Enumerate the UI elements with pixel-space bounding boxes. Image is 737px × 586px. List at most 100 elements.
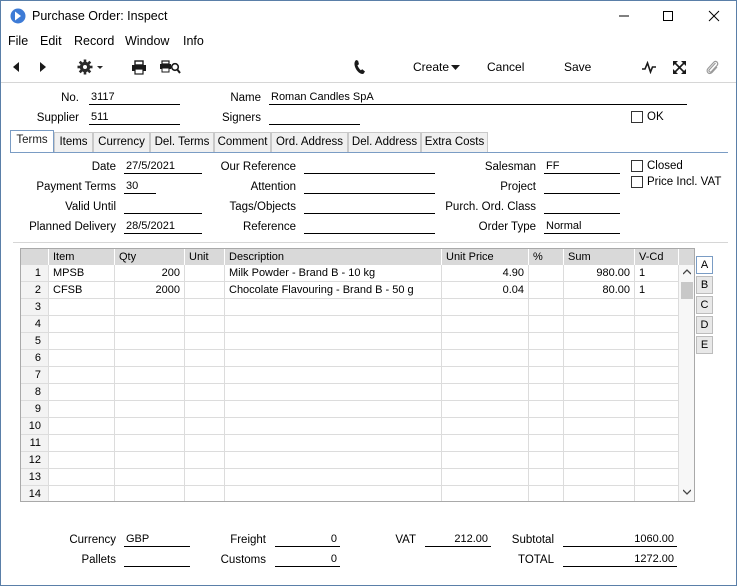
vat-code-cell[interactable] — [635, 401, 679, 418]
unit-price-cell[interactable]: 4.90 — [442, 265, 529, 282]
tab-items[interactable]: Items — [54, 132, 93, 152]
item-cell[interactable] — [49, 350, 115, 367]
closed-checkbox[interactable] — [631, 160, 643, 172]
sum-cell[interactable] — [564, 486, 635, 501]
qty-cell[interactable]: 200 — [115, 265, 185, 282]
tab-terms[interactable]: Terms — [10, 130, 54, 153]
description-cell[interactable] — [225, 299, 442, 316]
sum-cell[interactable] — [564, 452, 635, 469]
item-cell[interactable] — [49, 401, 115, 418]
date-field[interactable]: 27/5/2021 — [124, 160, 202, 174]
side-tab-d[interactable]: D — [696, 316, 713, 334]
qty-cell[interactable] — [115, 401, 185, 418]
unit-cell[interactable] — [185, 316, 225, 333]
unit-cell[interactable] — [185, 333, 225, 350]
qty-cell[interactable] — [115, 384, 185, 401]
unit-price-cell[interactable] — [442, 316, 529, 333]
previous-record-icon[interactable] — [11, 61, 21, 73]
payment-terms-field[interactable]: 30 — [124, 180, 156, 194]
unit-cell[interactable] — [185, 282, 225, 299]
percent-cell[interactable] — [529, 350, 564, 367]
description-cell[interactable] — [225, 367, 442, 384]
purch-ord-class-field[interactable] — [544, 200, 620, 214]
scroll-down-icon[interactable] — [683, 489, 691, 495]
qty-cell[interactable] — [115, 469, 185, 486]
side-tab-a[interactable]: A — [696, 256, 713, 274]
vat-code-cell[interactable] — [635, 486, 679, 501]
signers-field[interactable] — [269, 111, 360, 125]
name-field[interactable]: Roman Candles SpA — [269, 91, 687, 105]
description-cell[interactable] — [225, 486, 442, 501]
item-cell[interactable]: CFSB — [49, 282, 115, 299]
unit-cell[interactable] — [185, 367, 225, 384]
unit-cell[interactable] — [185, 401, 225, 418]
unit-cell[interactable] — [185, 435, 225, 452]
percent-cell[interactable] — [529, 316, 564, 333]
unit-price-cell[interactable]: 0.04 — [442, 282, 529, 299]
percent-cell[interactable] — [529, 384, 564, 401]
qty-cell[interactable] — [115, 367, 185, 384]
unit-price-cell[interactable] — [442, 367, 529, 384]
sum-cell[interactable] — [564, 316, 635, 333]
description-cell[interactable] — [225, 316, 442, 333]
pallets-field[interactable] — [124, 553, 190, 567]
unit-price-cell[interactable] — [442, 384, 529, 401]
sum-cell[interactable] — [564, 469, 635, 486]
attachment-icon[interactable] — [705, 58, 719, 76]
menu-info[interactable]: Info — [183, 34, 204, 48]
next-record-icon[interactable] — [38, 61, 48, 73]
no-field[interactable]: 3117 — [89, 91, 180, 105]
menu-window[interactable]: Window — [125, 34, 169, 48]
vat-code-cell[interactable] — [635, 367, 679, 384]
unit-price-cell[interactable] — [442, 333, 529, 350]
save-button[interactable]: Save — [564, 60, 591, 74]
percent-cell[interactable] — [529, 486, 564, 501]
activity-icon[interactable] — [641, 61, 657, 74]
item-cell[interactable]: MPSB — [49, 265, 115, 282]
side-tab-b[interactable]: B — [696, 276, 713, 294]
unit-price-cell[interactable] — [442, 350, 529, 367]
create-button[interactable]: Create — [413, 60, 449, 74]
unit-price-cell[interactable] — [442, 469, 529, 486]
unit-cell[interactable] — [185, 265, 225, 282]
item-cell[interactable] — [49, 333, 115, 350]
percent-cell[interactable] — [529, 333, 564, 350]
unit-price-cell[interactable] — [442, 418, 529, 435]
item-cell[interactable] — [49, 486, 115, 501]
expand-icon[interactable] — [672, 60, 687, 75]
percent-cell[interactable] — [529, 469, 564, 486]
side-tab-e[interactable]: E — [696, 336, 713, 354]
sum-cell[interactable] — [564, 401, 635, 418]
unit-cell[interactable] — [185, 469, 225, 486]
description-cell[interactable] — [225, 333, 442, 350]
percent-cell[interactable] — [529, 452, 564, 469]
sum-cell[interactable] — [564, 299, 635, 316]
tab-del-terms[interactable]: Del. Terms — [150, 132, 214, 152]
project-field[interactable] — [544, 180, 620, 194]
unit-price-cell[interactable] — [442, 435, 529, 452]
tab-comment[interactable]: Comment — [214, 132, 271, 152]
sum-cell[interactable] — [564, 350, 635, 367]
gear-icon[interactable] — [77, 59, 105, 75]
item-cell[interactable] — [49, 435, 115, 452]
sum-cell[interactable] — [564, 333, 635, 350]
menu-record[interactable]: Record — [74, 34, 114, 48]
subtotal-field[interactable]: 1060.00 — [563, 533, 677, 547]
sum-cell[interactable] — [564, 384, 635, 401]
scrollbar-thumb[interactable] — [681, 282, 693, 299]
tab-del-address[interactable]: Del. Address — [348, 132, 421, 152]
description-cell[interactable] — [225, 384, 442, 401]
vertical-scrollbar[interactable] — [679, 265, 694, 501]
qty-cell[interactable] — [115, 418, 185, 435]
cancel-button[interactable]: Cancel — [487, 60, 524, 74]
unit-cell[interactable] — [185, 299, 225, 316]
vat-code-cell[interactable]: 1 — [635, 265, 679, 282]
unit-price-cell[interactable] — [442, 486, 529, 501]
salesman-field[interactable]: FF — [544, 160, 620, 174]
menu-edit[interactable]: Edit — [40, 34, 62, 48]
total-field[interactable]: 1272.00 — [563, 553, 677, 567]
vat-code-cell[interactable] — [635, 333, 679, 350]
unit-cell[interactable] — [185, 418, 225, 435]
unit-price-cell[interactable] — [442, 401, 529, 418]
description-cell[interactable] — [225, 350, 442, 367]
